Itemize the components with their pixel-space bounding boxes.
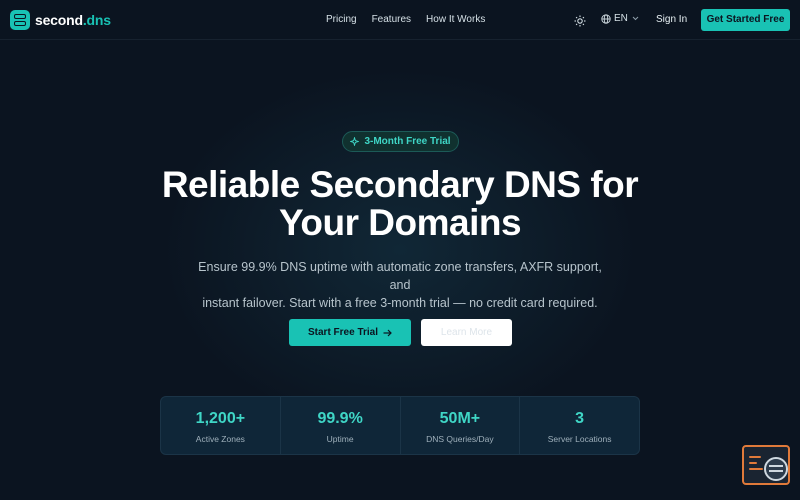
- trial-badge: 3-Month Free Trial: [342, 131, 459, 152]
- hero-title: Reliable Secondary DNS for Your Domains: [100, 166, 700, 242]
- start-free-trial-button[interactable]: Start Free Trial: [289, 319, 411, 346]
- floating-help-widget[interactable]: [742, 445, 790, 485]
- hero-subtitle-line-1: Ensure 99.9% DNS uptime with automatic z…: [198, 260, 602, 292]
- brand-name-main: second: [35, 12, 83, 28]
- brand-name: second.dns: [35, 12, 111, 28]
- chevron-down-icon: [632, 16, 639, 21]
- top-nav: second.dns Pricing Features How It Works: [0, 0, 800, 40]
- stat-uptime: 99.9% Uptime: [281, 397, 401, 454]
- sparkle-icon: [350, 137, 360, 146]
- sun-icon[interactable]: [574, 14, 586, 27]
- logo[interactable]: second.dns: [10, 10, 111, 30]
- nav-link-features[interactable]: Features: [372, 14, 411, 25]
- language-selector[interactable]: EN: [601, 13, 642, 24]
- magnifier-icon: [764, 457, 788, 481]
- stat-label: DNS Queries/Day: [426, 434, 494, 444]
- trial-badge-label: 3-Month Free Trial: [364, 136, 451, 147]
- nav-link-pricing[interactable]: Pricing: [326, 14, 357, 25]
- hero-subtitle: Ensure 99.9% DNS uptime with automatic z…: [190, 258, 610, 312]
- globe-icon: [601, 13, 611, 24]
- learn-more-button[interactable]: Learn More: [421, 319, 512, 346]
- stat-label: Uptime: [326, 434, 354, 444]
- stat-value: 99.9%: [317, 410, 363, 427]
- stat-value: 50M+: [439, 410, 481, 427]
- stat-value: 3: [575, 410, 585, 427]
- stats-panel: 1,200+ Active Zones 99.9% Uptime 50M+ DN…: [160, 396, 640, 455]
- landing-page: second.dns Pricing Features How It Works: [0, 0, 800, 500]
- stat-dns-queries: 50M+ DNS Queries/Day: [401, 397, 521, 454]
- language-label: EN: [614, 13, 628, 24]
- stat-active-zones: 1,200+ Active Zones: [161, 397, 281, 454]
- nav-links: Pricing Features How It Works: [326, 14, 485, 25]
- hero-subtitle-line-2: instant failover. Start with a free 3-mo…: [202, 296, 598, 310]
- hero-title-line-1: Reliable Secondary DNS for: [161, 164, 639, 205]
- stat-value: 1,200+: [195, 410, 246, 427]
- stat-server-locations: 3 Server Locations: [520, 397, 639, 454]
- start-free-trial-label: Start Free Trial: [307, 327, 379, 338]
- brand-name-suffix: .dns: [82, 12, 111, 28]
- stat-label: Server Locations: [547, 434, 612, 444]
- server-logo-icon: [10, 10, 30, 30]
- arrow-right-icon: [383, 329, 392, 336]
- get-started-button[interactable]: Get Started Free: [701, 9, 790, 31]
- nav-link-how-it-works[interactable]: How It Works: [426, 14, 485, 25]
- sign-in-link[interactable]: Sign In: [656, 14, 687, 25]
- hero-title-line-2: Your Domains: [278, 202, 522, 243]
- stat-label: Active Zones: [195, 434, 245, 444]
